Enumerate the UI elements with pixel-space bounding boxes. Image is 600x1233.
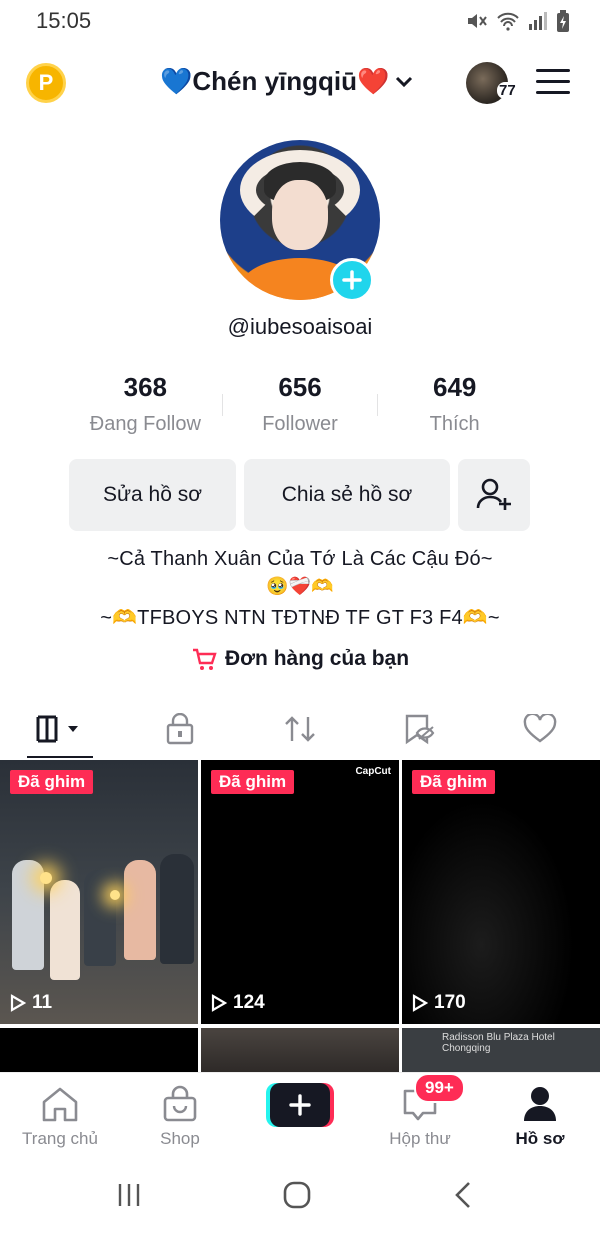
bio-line: 🥹❤️‍🩹🫶: [266, 576, 334, 596]
video-thumbnail[interactable]: Đã ghim 170: [402, 760, 600, 1024]
mute-icon: [468, 14, 487, 28]
story-count-badge: 77: [497, 82, 518, 99]
shop-bag-icon: [163, 1085, 197, 1122]
video-thumbnail[interactable]: CapCut Đã ghim 124: [201, 760, 399, 1024]
signal-icon: [529, 12, 547, 30]
view-count: 11: [10, 992, 52, 1014]
orders-label: Đơn hàng của bạn: [224, 647, 410, 670]
battery-icon: [557, 10, 569, 32]
pinned-badge: Đã ghim: [412, 770, 496, 794]
nav-shop[interactable]: Shop: [120, 1083, 240, 1149]
view-count: 124: [211, 992, 265, 1014]
play-icon: [211, 994, 227, 1012]
top-nav: P 💙Chén yīngqiū❤️ 77: [0, 52, 600, 112]
map-label: Radisson Blu Plaza Hotel Chongqing: [442, 1032, 555, 1054]
home-icon: [42, 1087, 78, 1122]
stat-likes[interactable]: 649 Thích: [377, 372, 532, 442]
video-thumbnail[interactable]: Đã ghim 11: [0, 760, 198, 1024]
capcut-watermark: CapCut: [355, 766, 391, 777]
cart-icon: [192, 648, 217, 670]
view-count: 170: [412, 992, 466, 1014]
status-time: 15:05: [36, 8, 92, 33]
tab-private[interactable]: [120, 700, 240, 758]
plus-icon: [342, 270, 362, 290]
pinned-badge: Đã ghim: [211, 770, 295, 794]
play-icon: [10, 994, 26, 1012]
heart-icon: [523, 714, 557, 743]
stat-followers[interactable]: 656 Follower: [223, 372, 378, 442]
tab-reposts[interactable]: [240, 700, 360, 758]
video-thumbnail[interactable]: Radisson Blu Plaza Hotel Chongqing: [402, 1028, 600, 1072]
tab-favorites[interactable]: [360, 700, 480, 758]
video-thumbnail[interactable]: [201, 1028, 399, 1072]
account-switcher[interactable]: 💙Chén yīngqiū❤️: [160, 66, 413, 97]
coin-icon[interactable]: P: [26, 63, 66, 103]
stat-following[interactable]: 368 Đang Follow: [68, 372, 223, 442]
nav-profile[interactable]: Hồ sơ: [480, 1083, 600, 1149]
add-friend-button[interactable]: [458, 459, 530, 531]
profile-icon: [524, 1087, 556, 1121]
tab-videos[interactable]: [0, 700, 120, 758]
profile-actions: Sửa hồ sơ Chia sẻ hồ sơ: [69, 459, 530, 531]
edit-profile-button[interactable]: Sửa hồ sơ: [69, 459, 236, 531]
back-icon[interactable]: [454, 1181, 472, 1209]
inbox-badge: 99+: [414, 1073, 465, 1103]
plus-icon: [289, 1094, 311, 1116]
pinned-badge: Đã ghim: [10, 770, 94, 794]
share-profile-button[interactable]: Chia sẻ hồ sơ: [244, 459, 450, 531]
create-button[interactable]: [266, 1083, 334, 1127]
repost-icon: [285, 716, 315, 742]
menu-icon[interactable]: [536, 69, 570, 97]
wifi-icon: [497, 12, 519, 31]
recent-apps-icon[interactable]: [116, 1182, 142, 1208]
divider: [377, 394, 378, 416]
bio-line: ~Cả Thanh Xuân Của Tớ Là Các Cậu Đó~: [107, 548, 493, 570]
nav-home[interactable]: Trang chủ: [0, 1083, 120, 1149]
profile-stats: 368 Đang Follow 656 Follower 649 Thích: [68, 372, 532, 442]
grid-icon: [36, 715, 78, 743]
status-icons: [466, 10, 570, 32]
video-thumbnail[interactable]: [0, 1028, 198, 1072]
status-bar: 15:05: [0, 0, 600, 44]
username: 💙Chén yīngqiū❤️: [160, 66, 390, 96]
bottom-nav: Trang chủ Shop Hộp thư Hồ sơ: [0, 1072, 600, 1158]
bio-line: ~🫶TFBOYS NTN TĐTNĐ TF GT F3 F4🫶~: [100, 607, 500, 629]
profile-handle: @iubesoaisoai: [227, 314, 373, 339]
home-button-icon[interactable]: [283, 1181, 311, 1209]
orders-link[interactable]: Đơn hàng của bạn: [0, 647, 600, 671]
add-user-icon: [476, 478, 511, 510]
system-nav-bar: [0, 1158, 600, 1233]
lock-icon: [166, 713, 194, 745]
profile-tabs: [0, 700, 600, 758]
play-icon: [412, 994, 428, 1012]
bookmark-eye-icon: [405, 714, 435, 745]
add-story-button[interactable]: [330, 258, 374, 302]
tab-liked[interactable]: [480, 700, 600, 758]
chevron-down-icon: [396, 76, 413, 87]
divider: [222, 394, 223, 416]
